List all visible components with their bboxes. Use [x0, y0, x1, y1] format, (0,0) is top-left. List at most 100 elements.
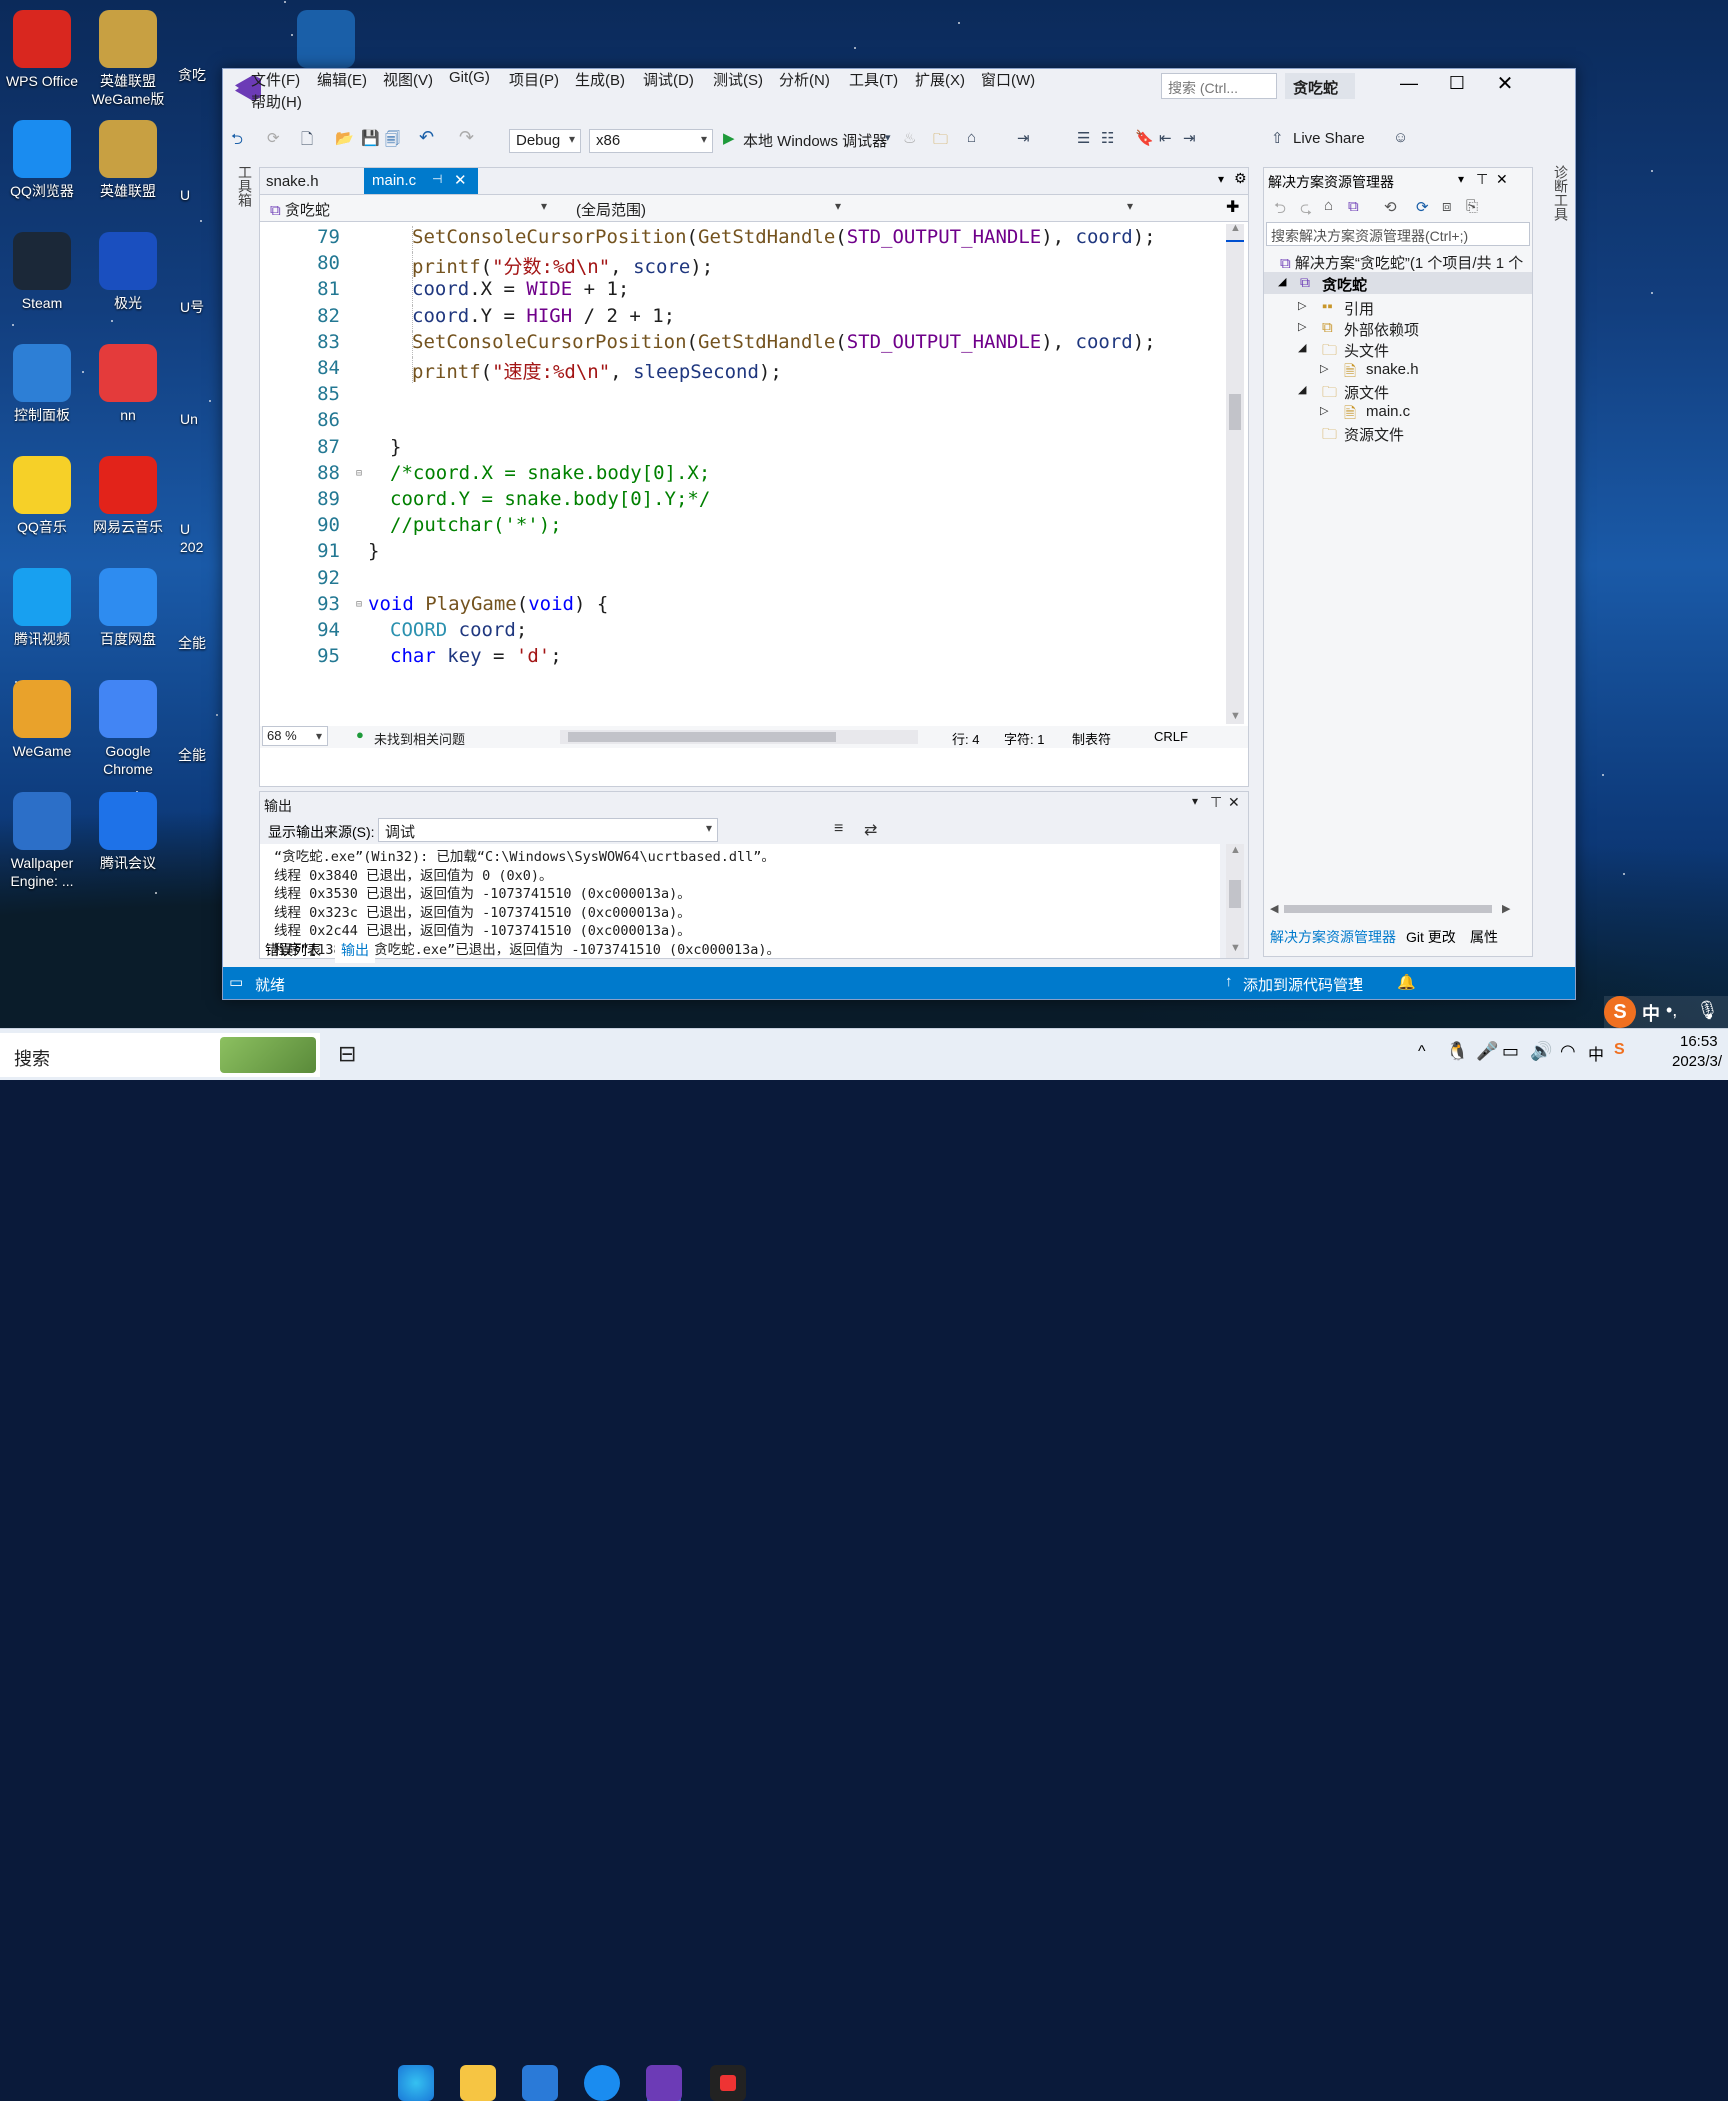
minimize-button[interactable]: — — [1389, 73, 1429, 99]
tree-expander-icon[interactable]: ▷ — [1320, 404, 1328, 417]
tab-snake-h[interactable]: snake.h — [260, 170, 364, 194]
tree-item[interactable]: ◢ 🗀 源文件 — [1264, 380, 1532, 402]
qq-browser-taskbar-icon[interactable] — [584, 2065, 620, 2101]
close-button[interactable]: ✕ — [1485, 71, 1525, 99]
file-explorer-icon[interactable] — [460, 2065, 496, 2101]
prev-bookmark-icon[interactable]: ⇤ — [1159, 129, 1172, 147]
ime-mode[interactable]: 中 — [1642, 1000, 1660, 1026]
partial-desktop-label[interactable]: 全能 — [178, 634, 218, 652]
output-scroll-thumb[interactable] — [1229, 880, 1241, 908]
new-project-icon[interactable]: 🗋 — [301, 129, 313, 154]
notifications-icon[interactable]: 🔔 — [1397, 973, 1416, 991]
qq-tray-icon[interactable]: 🐧 — [1446, 1041, 1468, 1062]
desktop-icon[interactable]: 控制面板 — [0, 344, 90, 424]
code-line[interactable]: printf("速度:%d\n", sleepSecond); — [412, 357, 782, 384]
outdent-icon[interactable]: ☷ — [1101, 129, 1114, 147]
tab-mode[interactable]: 制表符 — [1072, 729, 1111, 748]
code-line[interactable]: } — [390, 436, 401, 458]
code-line[interactable]: coord.X = WIDE + 1; — [412, 278, 629, 300]
desktop-icon[interactable]: WPS Office — [0, 10, 90, 90]
menu-item[interactable]: 生成(B) — [575, 69, 625, 90]
clear-all-icon[interactable]: ≡ — [834, 820, 843, 838]
config-dropdown[interactable]: Debug — [509, 129, 581, 153]
platform-dropdown[interactable]: x86 — [589, 129, 713, 153]
mail-icon[interactable] — [522, 2065, 558, 2101]
code-line[interactable]: } — [368, 540, 379, 562]
cursor-row[interactable]: 行: 4 — [952, 729, 979, 748]
code-line[interactable]: void PlayGame(void) { — [368, 593, 608, 615]
editor-vscrollbar[interactable]: ▲ ▼ — [1226, 222, 1244, 724]
battery-tray-icon[interactable]: ▭ — [1502, 1041, 1519, 1062]
home-icon[interactable]: ⌂ — [967, 129, 976, 146]
sol-hscroll-thumb[interactable] — [1284, 905, 1492, 913]
project-dropdown[interactable]: ⧉ 贪吃蛇 — [264, 197, 552, 221]
sogou-icon[interactable]: S — [1604, 996, 1636, 1028]
sogou-tray-icon[interactable]: S — [1614, 1041, 1625, 1059]
toolbox-side-tab[interactable]: 工具箱 — [235, 165, 255, 207]
settings-icon[interactable]: ⚙ — [1234, 170, 1247, 187]
tab-output[interactable]: 输出 — [335, 937, 375, 963]
visual-studio-taskbar-icon[interactable] — [646, 2065, 682, 2101]
menu-item[interactable]: 调试(D) — [643, 69, 694, 90]
hot-reload-icon[interactable]: ♨ — [903, 129, 916, 147]
clock-time[interactable]: 16:53 — [1680, 1033, 1718, 1050]
add-to-source-control-button[interactable]: 添加到源代码管理 — [1243, 974, 1363, 995]
menu-item[interactable]: 编辑(E) — [317, 69, 367, 90]
forward-icon[interactable]: ⟳ — [267, 129, 280, 147]
output-scroll-up-icon[interactable]: ▲ — [1230, 844, 1241, 856]
search-box[interactable]: 搜索 (Ctrl... — [1161, 73, 1277, 99]
hscrollbar[interactable] — [560, 730, 918, 744]
output-close-icon[interactable]: ✕ — [1228, 794, 1240, 811]
menu-item[interactable]: 文件(F) — [251, 69, 300, 90]
undo-icon[interactable]: ↶ — [419, 127, 434, 148]
tree-item[interactable]: ▷ ▪▪ 引用 — [1264, 296, 1532, 318]
partial-desktop-label[interactable]: 贪吃 — [178, 66, 218, 84]
tree-expander-icon[interactable]: ▷ — [1298, 299, 1306, 312]
desktop-icon[interactable]: Steam — [0, 232, 90, 312]
menu-item[interactable]: 工具(T) — [849, 69, 898, 90]
sol-show-all-icon[interactable]: ⎘ — [1466, 198, 1478, 215]
project-row[interactable]: ◢ ⧉ 贪吃蛇 — [1264, 272, 1532, 294]
desktop-icon[interactable]: 英雄联盟 — [80, 120, 176, 200]
tree-item[interactable]: ◢ 🗀 头文件 — [1264, 338, 1532, 360]
desktop-icon[interactable]: 英雄联盟 WeGame版 — [80, 10, 176, 108]
code-area[interactable]: 79 SetConsoleCursorPosition(GetStdHandle(… — [260, 224, 1220, 724]
ime-punct-icon[interactable]: •, — [1666, 1000, 1677, 1021]
menu-item[interactable]: 帮助(H) — [251, 91, 302, 112]
partial-desktop-label[interactable]: U号 — [180, 298, 220, 316]
zoom-dropdown[interactable]: 68 % — [262, 726, 328, 746]
feedback-icon[interactable]: ☺ — [1393, 129, 1408, 146]
fold-icon[interactable]: ⊟ — [356, 468, 362, 479]
save-all-icon[interactable]: 🗐 — [385, 129, 400, 154]
output-source-dropdown[interactable]: 调试 — [378, 818, 718, 842]
hscroll-thumb[interactable] — [568, 732, 836, 742]
code-line[interactable]: //putchar('*'); — [390, 514, 562, 536]
tab-main-c[interactable]: main.c ⊣ ✕ — [364, 168, 478, 194]
taskbar-search[interactable]: 搜索 — [0, 1033, 320, 1077]
code-line[interactable]: SetConsoleCursorPosition(GetStdHandle(ST… — [412, 226, 1156, 248]
menu-item[interactable]: 项目(P) — [509, 69, 559, 90]
menu-item[interactable]: 扩展(X) — [915, 69, 965, 90]
indent-icon[interactable]: ☰ — [1077, 129, 1090, 147]
ime-toolbar[interactable]: S 中 •, 🎙 — [1604, 996, 1728, 1028]
clock-date[interactable]: 2023/3/ — [1672, 1053, 1722, 1070]
pin-icon[interactable]: ⊣ — [432, 172, 442, 186]
menu-item[interactable]: Git(G) — [449, 69, 490, 86]
code-line[interactable]: coord.Y = snake.body[0].Y;*/ — [390, 488, 710, 510]
edge-icon[interactable] — [398, 2065, 434, 2101]
desktop-icon[interactable]: QQ音乐 — [0, 456, 90, 536]
sol-pending-icon[interactable]: ⟲ — [1384, 198, 1397, 216]
scope-dropdown[interactable]: (全局范围) — [556, 197, 846, 221]
tab-close-icon[interactable]: ✕ — [454, 171, 467, 189]
sol-scroll-left-icon[interactable]: ◀ — [1270, 902, 1278, 915]
desktop-icon[interactable]: 百度网盘 — [80, 568, 176, 648]
desktop-icon[interactable]: QQ浏览器 — [0, 120, 90, 200]
ime-tray-icon[interactable]: 中 — [1588, 1041, 1604, 1065]
run-dropdown-icon[interactable]: ▾ — [885, 131, 891, 144]
tab-dropdown-icon[interactable]: ▾ — [1218, 172, 1224, 186]
code-line[interactable]: /*coord.X = snake.body[0].X; — [390, 462, 710, 484]
code-line[interactable]: SetConsoleCursorPosition(GetStdHandle(ST… — [412, 331, 1156, 353]
partial-desktop-label[interactable]: U 202 — [180, 520, 220, 556]
tray-expand-icon[interactable]: ^ — [1418, 1043, 1426, 1061]
tab-solution-explorer[interactable]: 解决方案资源管理器 — [1270, 927, 1396, 947]
